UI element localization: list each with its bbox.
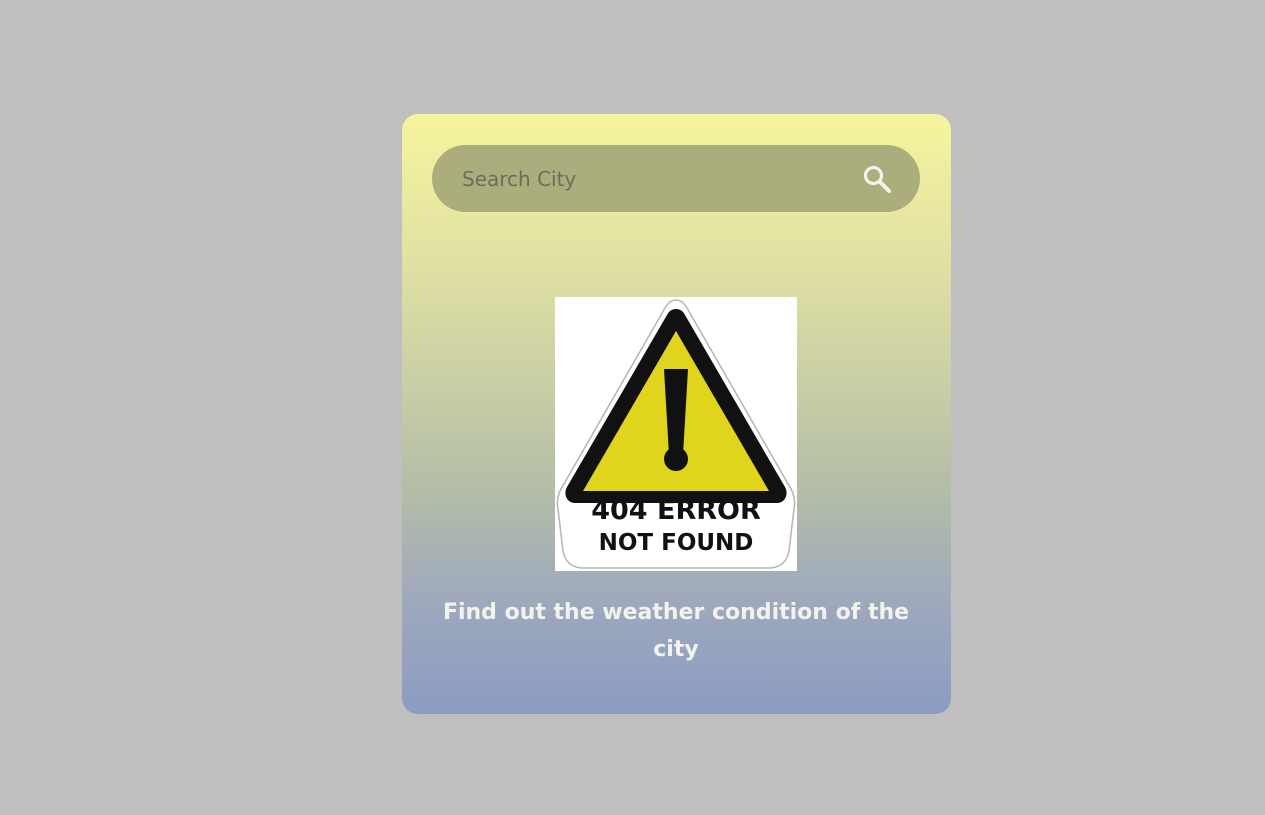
error-404-image: 404 ERROR NOT FOUND [555,297,797,571]
search-input[interactable] [460,157,860,200]
error-line-1: 404 ERROR [591,495,761,526]
search-bar [432,145,920,212]
search-icon [863,165,891,193]
error-line-2: NOT FOUND [598,530,754,556]
search-button[interactable] [860,162,894,196]
weather-card: 404 ERROR NOT FOUND Find out the weather… [402,114,951,714]
caption-text: Find out the weather condition of the ci… [442,600,910,662]
